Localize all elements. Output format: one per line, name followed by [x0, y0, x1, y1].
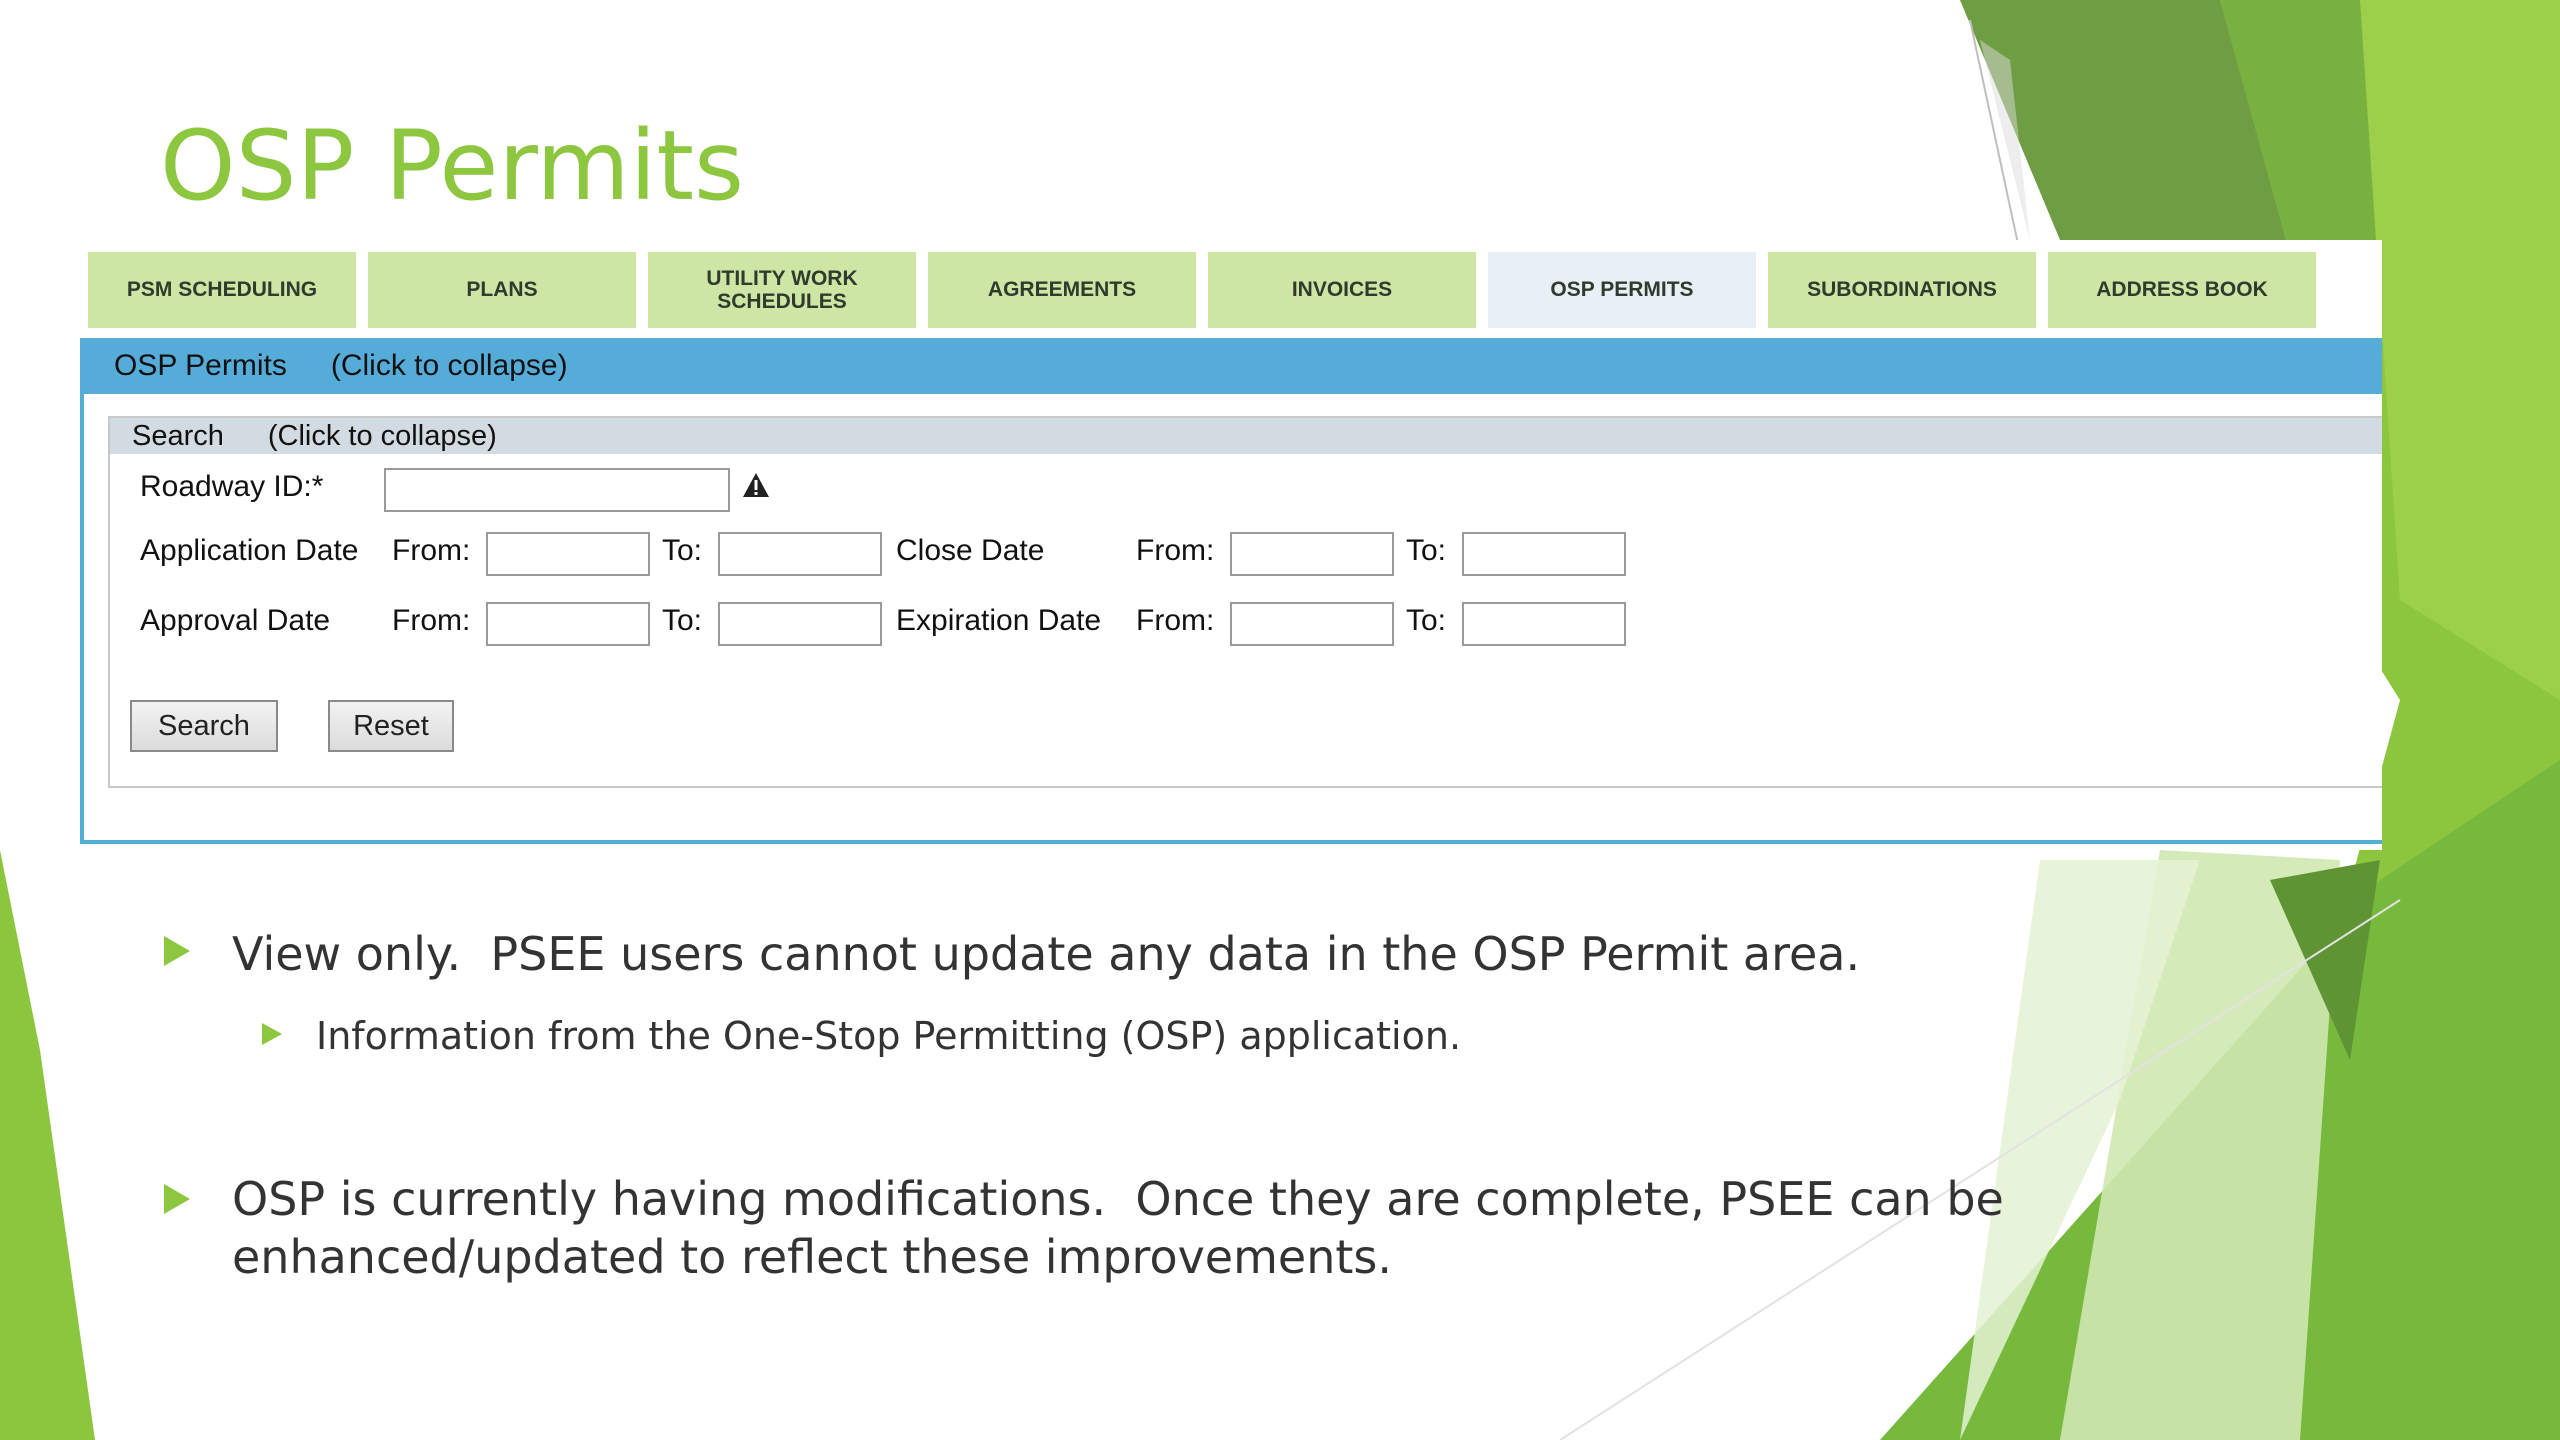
bullet-arrow-icon [164, 936, 190, 966]
bullet-text-line-2: enhanced/updated to reflect these improv… [232, 1230, 1392, 1284]
sub-bullet-information: Information from the One-Stop Permitting… [262, 1012, 1461, 1060]
roadway-id-input[interactable] [384, 468, 730, 512]
tab-invoices[interactable]: INVOICES [1208, 252, 1476, 328]
tab-psm-scheduling[interactable]: PSM SCHEDULING [88, 252, 356, 328]
embedded-app-screenshot: PSM SCHEDULING PLANS UTILITY WORK SCHEDU… [80, 240, 2382, 850]
search-title: Search [132, 419, 224, 452]
bullet-view-only: View only. PSEE users cannot update any … [164, 922, 1860, 986]
application-to-label: To: [662, 534, 703, 567]
search-section: Search (Click to collapse) Roadway ID:* … [108, 416, 2382, 788]
bullet-text-block: OSP is currently having modifications. O… [232, 1170, 2004, 1286]
tab-subordinations[interactable]: SUBORDINATIONS [1768, 252, 2036, 328]
tab-address-book[interactable]: ADDRESS BOOK [2048, 252, 2316, 328]
close-date-label: Close Date [896, 534, 1045, 567]
expiration-date-to-input[interactable] [1462, 602, 1626, 646]
search-section-header[interactable]: Search (Click to collapse) [110, 418, 2382, 454]
warning-icon [743, 473, 769, 497]
sub-bullet-text: Information from the One-Stop Permitting… [316, 1014, 1462, 1058]
approval-date-label: Approval Date [140, 604, 331, 637]
approval-date-to-input[interactable] [718, 602, 882, 646]
bullet-osp-modifications: OSP is currently having modifications. O… [164, 1170, 2004, 1286]
close-from-label: From: [1136, 534, 1215, 567]
close-date-from-input[interactable] [1230, 532, 1394, 576]
close-date-to-input[interactable] [1462, 532, 1626, 576]
panel-collapse-toggle[interactable]: (Click to collapse) [331, 349, 568, 383]
tab-plans[interactable]: PLANS [368, 252, 636, 328]
osp-permits-panel-header[interactable]: OSP Permits (Click to collapse) [80, 338, 2382, 394]
expiration-to-label: To: [1406, 604, 1447, 637]
bullet-text: View only. PSEE users cannot update any … [232, 927, 1861, 981]
reset-button[interactable]: Reset [328, 700, 454, 752]
slide-title: OSP Permits [160, 110, 745, 222]
close-to-label: To: [1406, 534, 1447, 567]
bullet-text-line-1: OSP is currently having modifications. O… [232, 1172, 2004, 1226]
bullet-arrow-icon [262, 1023, 282, 1045]
application-from-label: From: [392, 534, 471, 567]
search-button[interactable]: Search [130, 700, 278, 752]
bullet-arrow-icon [164, 1184, 190, 1214]
roadway-id-label: Roadway ID:* [140, 470, 324, 503]
tab-utility-work-schedules[interactable]: UTILITY WORK SCHEDULES [648, 252, 916, 328]
search-collapse-toggle[interactable]: (Click to collapse) [268, 420, 497, 453]
tab-agreements[interactable]: AGREEMENTS [928, 252, 1196, 328]
expiration-from-label: From: [1136, 604, 1215, 637]
application-date-to-input[interactable] [718, 532, 882, 576]
approval-date-from-input[interactable] [486, 602, 650, 646]
expiration-date-from-input[interactable] [1230, 602, 1394, 646]
approval-from-label: From: [392, 604, 471, 637]
expiration-date-label: Expiration Date [896, 604, 1102, 637]
approval-to-label: To: [662, 604, 703, 637]
panel-title: OSP Permits [114, 349, 287, 382]
tab-osp-permits[interactable]: OSP PERMITS [1488, 252, 1756, 328]
application-date-label: Application Date [140, 534, 359, 567]
application-date-from-input[interactable] [486, 532, 650, 576]
